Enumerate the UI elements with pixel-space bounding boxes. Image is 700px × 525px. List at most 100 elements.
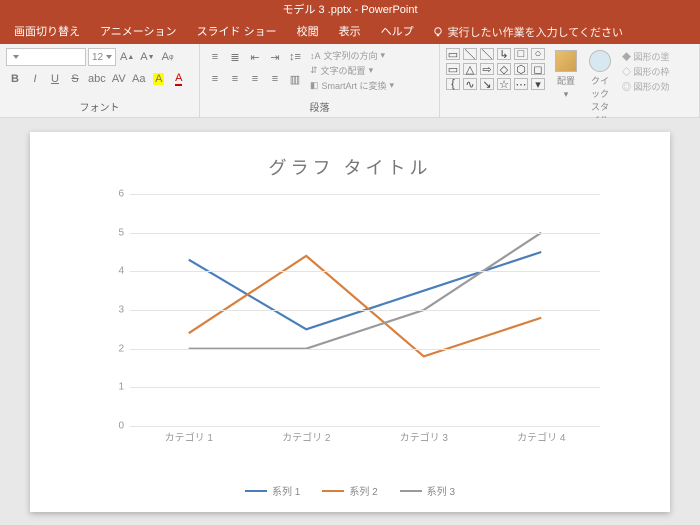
y-tick-label: 0 <box>110 421 124 432</box>
gridline <box>130 310 600 311</box>
shapes-gallery[interactable]: ▭ ＼ ＼ ↳ □ ○ ▭ △ ⇨ ◇ ⬡ ◻ { ∿ ↘ ☆ ⋯ ▾ <box>446 48 547 92</box>
lightbulb-icon <box>432 26 444 38</box>
x-tick-label: カテゴリ 2 <box>282 429 330 444</box>
shape-more-icon[interactable]: ⋯ <box>514 78 528 90</box>
gridline <box>130 349 600 350</box>
shape-hex-icon[interactable]: ⬡ <box>514 63 528 75</box>
columns-button[interactable]: ▥ <box>286 70 304 88</box>
ribbon: 12 A▲ A▼ Aφ B I U S abc AV Aa A A フォン <box>0 44 700 118</box>
gridline <box>130 194 600 195</box>
legend-swatch-icon <box>400 490 422 492</box>
tab-animations[interactable]: アニメーション <box>90 20 187 44</box>
series-line <box>189 252 542 329</box>
quick-styles-button[interactable]: クイック スタイル <box>585 48 615 128</box>
legend-item[interactable]: 系列 2 <box>322 483 377 498</box>
indent-inc-button[interactable]: ⇥ <box>266 48 284 66</box>
text-direction-icon: ↕A <box>310 51 321 61</box>
shape-outline-button[interactable]: ◇ 図形の枠 <box>622 65 670 78</box>
justify-button[interactable]: ≡ <box>266 70 284 88</box>
shape-square-icon[interactable]: □ <box>514 48 528 60</box>
clear-format-button[interactable]: Aφ <box>159 48 177 66</box>
slide-canvas[interactable]: グラフ タイトル 0123456カテゴリ 1カテゴリ 2カテゴリ 3カテゴリ 4… <box>30 132 670 512</box>
chart-legend[interactable]: 系列 1 系列 2 系列 3 <box>30 483 670 498</box>
shape-elbow-icon[interactable]: ↳ <box>497 48 511 60</box>
underline-button[interactable]: U <box>46 70 64 88</box>
text-direction-button[interactable]: ↕A文字列の方向 ▾ <box>310 49 394 62</box>
char-spacing-button[interactable]: AV <box>110 70 128 88</box>
italic-button[interactable]: I <box>26 70 44 88</box>
group-paragraph-label: 段落 <box>200 97 439 117</box>
group-font-label: フォント <box>0 97 199 117</box>
font-size-dropdown[interactable]: 12 <box>88 48 116 66</box>
title-bar: モデル 3 .pptx - PowerPoint <box>0 0 700 20</box>
shape-rect2-icon[interactable]: ▭ <box>446 63 460 75</box>
legend-item[interactable]: 系列 1 <box>245 483 300 498</box>
shape-line-icon[interactable]: ＼ <box>463 48 477 60</box>
shape-brace-icon[interactable]: { <box>446 78 460 90</box>
text-align-icon: ⇵ <box>310 65 318 76</box>
tell-me-search[interactable]: 実行したい作業を入力してください <box>424 24 631 40</box>
legend-item[interactable]: 系列 3 <box>400 483 455 498</box>
shape-expand-icon[interactable]: ▾ <box>531 78 545 90</box>
arrange-button[interactable]: 配置▾ <box>551 48 581 102</box>
text-align-button[interactable]: ⇵文字の配置 ▾ <box>310 64 394 77</box>
bullets-button[interactable]: ≡ <box>206 48 224 66</box>
y-tick-label: 1 <box>110 382 124 393</box>
legend-swatch-icon <box>322 490 344 492</box>
tab-transitions[interactable]: 画面切り替え <box>4 20 90 44</box>
shape-line2-icon[interactable]: ＼ <box>480 48 494 60</box>
smartart-button[interactable]: ◧SmartArt に変換 ▾ <box>310 79 394 92</box>
grow-font-button[interactable]: A▲ <box>118 48 136 66</box>
x-tick-label: カテゴリ 3 <box>400 429 448 444</box>
align-left-button[interactable]: ≡ <box>206 70 224 88</box>
y-tick-label: 4 <box>110 266 124 277</box>
chevron-down-icon <box>13 55 19 59</box>
y-tick-label: 3 <box>110 305 124 316</box>
shape-fill-button[interactable]: ◆ 図形の塗 <box>622 50 670 63</box>
tell-me-label: 実行したい作業を入力してください <box>448 24 623 40</box>
numbering-button[interactable]: ≣ <box>226 48 244 66</box>
shape-arrow-icon[interactable]: ⇨ <box>480 63 494 75</box>
group-paragraph: ≡ ≣ ⇤ ⇥ ↕≡ ≡ ≡ ≡ ≡ ▥ ↕A文字列の方向 ▾ ⇵文字の配置 ▾… <box>200 44 440 117</box>
tab-review[interactable]: 校閲 <box>287 20 329 44</box>
legend-label: 系列 3 <box>427 483 455 498</box>
y-tick-label: 2 <box>110 343 124 354</box>
tab-view[interactable]: 表示 <box>329 20 371 44</box>
line-spacing-button[interactable]: ↕≡ <box>286 48 304 66</box>
shape-rect-icon[interactable]: ▭ <box>446 48 460 60</box>
shape-star-icon[interactable]: ☆ <box>497 78 511 90</box>
tab-slideshow[interactable]: スライド ショー <box>187 20 287 44</box>
font-color-button[interactable]: A <box>170 70 188 88</box>
shape-conn-icon[interactable]: ↘ <box>480 78 494 90</box>
shape-curve-icon[interactable]: ∿ <box>463 78 477 90</box>
font-name-dropdown[interactable] <box>6 48 86 66</box>
chart-plot-area[interactable]: 0123456カテゴリ 1カテゴリ 2カテゴリ 3カテゴリ 4 <box>130 194 600 426</box>
bold-button[interactable]: B <box>6 70 24 88</box>
legend-label: 系列 2 <box>349 483 377 498</box>
slide-workspace: グラフ タイトル 0123456カテゴリ 1カテゴリ 2カテゴリ 3カテゴリ 4… <box>0 118 700 525</box>
shrink-font-button[interactable]: A▼ <box>138 48 156 66</box>
group-drawing: ▭ ＼ ＼ ↳ □ ○ ▭ △ ⇨ ◇ ⬡ ◻ { ∿ ↘ ☆ ⋯ ▾ <box>440 44 700 117</box>
arrange-icon <box>555 50 577 72</box>
change-case-button[interactable]: Aa <box>130 70 148 88</box>
align-center-button[interactable]: ≡ <box>226 70 244 88</box>
align-right-button[interactable]: ≡ <box>246 70 264 88</box>
shadow-button[interactable]: abc <box>86 70 108 88</box>
chevron-down-icon <box>106 55 112 59</box>
shape-circle-icon[interactable]: ○ <box>531 48 545 60</box>
chart-title[interactable]: グラフ タイトル <box>30 132 670 180</box>
indent-dec-button[interactable]: ⇤ <box>246 48 264 66</box>
highlight-button[interactable]: A <box>150 70 168 88</box>
shape-triangle-icon[interactable]: △ <box>463 63 477 75</box>
x-tick-label: カテゴリ 4 <box>517 429 565 444</box>
shape-diamond-icon[interactable]: ◇ <box>497 63 511 75</box>
shape-callout-icon[interactable]: ◻ <box>531 63 545 75</box>
shape-effects-button[interactable]: ◎ 図形の効 <box>622 80 670 93</box>
y-tick-label: 6 <box>110 189 124 200</box>
tab-help[interactable]: ヘルプ <box>371 20 424 44</box>
strike-button[interactable]: S <box>66 70 84 88</box>
group-font: 12 A▲ A▼ Aφ B I U S abc AV Aa A A フォン <box>0 44 200 117</box>
gridline <box>130 233 600 234</box>
legend-label: 系列 1 <box>272 483 300 498</box>
gridline <box>130 271 600 272</box>
